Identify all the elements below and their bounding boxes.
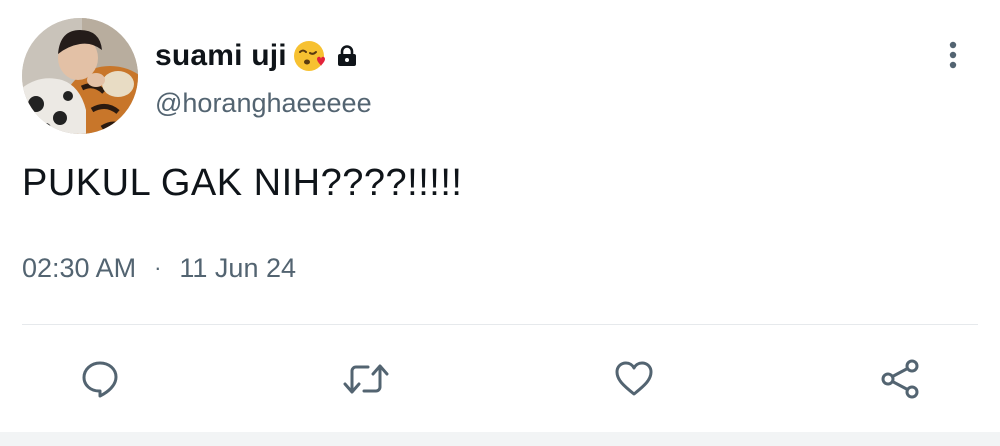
display-name-row[interactable]: suami uji bbox=[155, 36, 359, 76]
avatar[interactable] bbox=[22, 18, 138, 134]
retweet-icon bbox=[343, 364, 389, 394]
meta-separator: · bbox=[154, 255, 162, 280]
divider bbox=[22, 324, 978, 325]
reply-icon bbox=[82, 361, 118, 398]
share-icon bbox=[881, 359, 919, 399]
reply-button[interactable] bbox=[76, 355, 124, 403]
bottom-border bbox=[0, 432, 1000, 446]
more-options-button[interactable] bbox=[940, 38, 966, 72]
heart-icon bbox=[615, 361, 653, 396]
tweet-text: PUKUL GAK NIH????!!!!! bbox=[22, 162, 463, 204]
action-bar bbox=[0, 355, 1000, 405]
tweet-card: suami uji @horanghaeeeee PUKUL GAK NIH??… bbox=[0, 0, 1000, 446]
avatar-photo bbox=[22, 18, 138, 134]
more-vertical-icon bbox=[949, 41, 957, 69]
share-button[interactable] bbox=[876, 355, 924, 403]
tweet-date: 11 Jun 24 bbox=[179, 252, 297, 283]
user-handle[interactable]: @horanghaeeeee bbox=[155, 88, 372, 119]
like-button[interactable] bbox=[610, 355, 658, 403]
lock-icon bbox=[335, 44, 359, 68]
display-name[interactable]: suami uji bbox=[155, 39, 287, 73]
tweet-timestamp[interactable]: 02:30 AM · 11 Jun 24 bbox=[22, 250, 296, 286]
tweet-time: 02:30 AM bbox=[22, 252, 137, 283]
face-blowing-kiss-emoji-icon bbox=[293, 39, 327, 73]
retweet-button[interactable] bbox=[342, 355, 390, 403]
